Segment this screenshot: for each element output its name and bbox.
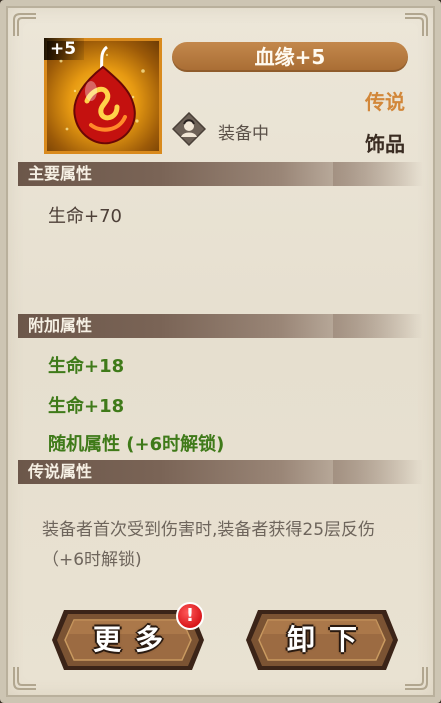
- main-attributes-header: 主要属性: [18, 162, 423, 186]
- unequip-button-label: 卸下: [286, 623, 371, 656]
- item-name-banner: 血缘+5: [172, 42, 408, 72]
- section-title: 附加属性: [28, 316, 93, 335]
- extra-stat-locked: 随机属性 (+6时解锁): [48, 434, 225, 455]
- extra-stat: 生命+18: [48, 396, 125, 417]
- section-title: 传说属性: [28, 462, 93, 481]
- item-rarity: 传说: [365, 90, 405, 114]
- corner-ornament-icon: [12, 12, 38, 38]
- corner-ornament-icon: [12, 665, 38, 691]
- brush-stroke-decoration: [333, 460, 423, 484]
- unequip-button[interactable]: 卸下: [244, 604, 400, 676]
- equipped-character-icon: [171, 111, 207, 147]
- item-name: 血缘+5: [254, 45, 326, 69]
- corner-ornament-icon: [403, 12, 429, 38]
- section-title: 主要属性: [28, 164, 93, 183]
- item-category: 饰品: [365, 132, 405, 156]
- alert-icon: !: [176, 602, 204, 630]
- brush-stroke-decoration: [333, 162, 423, 186]
- legendary-attributes-header: 传说属性: [18, 460, 423, 484]
- main-stat: 生命+70: [48, 206, 122, 227]
- equipped-status-label: 装备中: [218, 124, 269, 144]
- extra-stat: 生命+18: [48, 356, 125, 377]
- enhance-level-badge: +5: [44, 38, 84, 60]
- brush-stroke-decoration: [333, 314, 423, 338]
- extra-attributes-header: 附加属性: [18, 314, 423, 338]
- legendary-effect-description: 装备者首次受到伤害时,装备者获得25层反伤（+6时解锁): [42, 520, 376, 570]
- corner-ornament-icon: [403, 665, 429, 691]
